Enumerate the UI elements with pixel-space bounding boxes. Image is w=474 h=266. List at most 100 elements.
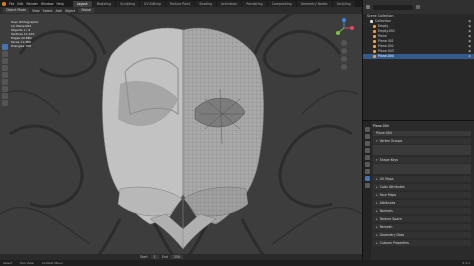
chevron-right-icon: ▸ (376, 201, 378, 205)
chevron-right-icon: ▸ (376, 225, 378, 229)
move-tool-icon[interactable] (2, 58, 8, 64)
panel-texture-space[interactable]: ▸ Texture Space (373, 216, 471, 222)
tab-sculpting[interactable]: Sculpting (116, 0, 139, 7)
add-cube-tool-icon[interactable] (2, 100, 8, 106)
mesh-object-icon (373, 50, 376, 53)
material-properties-tab-icon[interactable] (364, 183, 370, 188)
panel-uv-maps[interactable]: ▸ UV Maps (373, 176, 471, 182)
outliner-item-plane-004[interactable]: Plane.004 ◉ (363, 54, 474, 59)
panel-color-attributes[interactable]: ▸ Color Attributes (373, 184, 471, 190)
mode-dropdown[interactable]: Object Mode (3, 8, 30, 13)
tab-layout[interactable]: Layout (72, 0, 92, 7)
modifier-properties-tab-icon[interactable] (364, 169, 370, 174)
select-box-tool-icon[interactable] (2, 44, 8, 50)
select-menu[interactable]: Select (43, 9, 53, 13)
visibility-eye-icon[interactable]: ◉ (468, 54, 471, 59)
transform-tool-icon[interactable] (2, 79, 8, 85)
render-properties-tab-icon[interactable] (364, 134, 370, 139)
end-frame-field[interactable]: 250 (170, 255, 183, 259)
status-context-hint: Context Menu (41, 261, 63, 265)
workspace-tabs: Layout Modeling Sculpting UV Editing Tex… (72, 0, 355, 7)
tab-scripting[interactable]: Scripting (332, 0, 355, 7)
annotate-tool-icon[interactable] (2, 86, 8, 92)
view-menu[interactable]: View (32, 9, 40, 13)
tab-shading[interactable]: Shading (195, 0, 217, 7)
start-frame-field[interactable]: 1 (150, 255, 159, 259)
menu-edit[interactable]: Edit (17, 2, 23, 6)
axis-gizmo-icon[interactable] (334, 18, 354, 38)
status-bar: Select Pan View Context Menu 3.3.1 (0, 260, 474, 266)
chevron-right-icon: ▸ (376, 233, 378, 237)
tab-modeling[interactable]: Modeling (92, 0, 116, 7)
zoom-icon[interactable] (341, 40, 347, 46)
menu-file[interactable]: File (9, 2, 14, 6)
object-menu[interactable]: Object (65, 9, 75, 13)
scene-properties-tab-icon[interactable] (364, 148, 370, 153)
panel-label: Vertex Groups (379, 139, 403, 143)
panel-label: Remesh (379, 225, 393, 229)
navigation-gizmo (332, 18, 356, 70)
shape-keys-list[interactable] (373, 164, 471, 174)
collection-icon (370, 20, 373, 23)
tab-uv-editing[interactable]: UV Editing (139, 0, 165, 7)
tool-properties-tab-icon[interactable] (364, 127, 370, 132)
pan-hand-icon[interactable] (341, 48, 347, 54)
3d-viewport[interactable]: User Orthographic (1) Plane.004 Objects … (0, 14, 362, 260)
chevron-right-icon: ▸ (376, 209, 378, 213)
menu-render[interactable]: Render (27, 2, 38, 6)
chevron-right-icon: ▸ (376, 217, 378, 221)
measure-tool-icon[interactable] (2, 93, 8, 99)
cursor-tool-icon[interactable] (2, 51, 8, 57)
panel-attributes[interactable]: ▸ Attributes (373, 200, 471, 206)
outliner-display-mode-icon[interactable] (366, 5, 370, 9)
outliner-search-input[interactable] (373, 4, 413, 10)
outliner-panel: Scene Collection Collection ◉ Empty ◉ Em… (362, 0, 474, 120)
empty-object-icon (373, 25, 376, 28)
mesh-data-properties-tab-icon[interactable] (364, 176, 370, 181)
mesh-object-icon (373, 45, 376, 48)
object-properties-tab-icon[interactable] (364, 162, 370, 167)
properties-tab-column (363, 121, 371, 261)
panel-shape-keys[interactable]: ▾ Shape Keys (373, 157, 471, 163)
menu-window[interactable]: Window (41, 2, 54, 6)
status-select-hint: Select (3, 261, 13, 265)
perspective-toggle-icon[interactable] (341, 64, 347, 70)
tab-animation[interactable]: Animation (217, 0, 242, 7)
chevron-right-icon: ▸ (376, 177, 378, 181)
panel-label: Face Maps (379, 193, 397, 197)
vertex-groups-list[interactable] (373, 145, 471, 155)
viewport-canvas (0, 14, 362, 260)
filter-icon[interactable] (416, 5, 420, 9)
mesh-datablock-field[interactable]: Plane.004 (373, 131, 471, 136)
status-pan-hint: Pan View (20, 261, 34, 265)
mesh-object-icon (373, 55, 376, 58)
panel-label: Normals (379, 209, 393, 213)
panel-geometry-data[interactable]: ▸ Geometry Data (373, 232, 471, 238)
tab-texture-paint[interactable]: Texture Paint (165, 0, 195, 7)
scale-tool-icon[interactable] (2, 72, 8, 78)
world-properties-tab-icon[interactable] (364, 155, 370, 160)
mesh-object-icon (373, 35, 376, 38)
tab-compositing[interactable]: Compositing (267, 0, 296, 7)
panel-face-maps[interactable]: ▸ Face Maps (373, 192, 471, 198)
panel-vertex-groups[interactable]: ▾ Vertex Groups (373, 138, 471, 144)
rotate-tool-icon[interactable] (2, 65, 8, 71)
tab-geometry-nodes[interactable]: Geometry Nodes (296, 0, 332, 7)
tab-rendering[interactable]: Rendering (242, 0, 267, 7)
menu-help[interactable]: Help (56, 2, 63, 6)
panel-normals[interactable]: ▸ Normals (373, 208, 471, 214)
output-properties-tab-icon[interactable] (364, 141, 370, 146)
transform-orientation-dropdown[interactable]: Global (78, 8, 95, 13)
camera-view-icon[interactable] (341, 56, 347, 62)
viewport-stats-overlay: User Orthographic (1) Plane.004 Objects … (11, 20, 39, 48)
panel-remesh[interactable]: ▸ Remesh (373, 224, 471, 230)
panel-label: Color Attributes (379, 185, 405, 189)
panel-custom-properties[interactable]: ▸ Custom Properties (373, 240, 471, 246)
tool-shelf (2, 44, 8, 106)
panel-label: Custom Properties (379, 241, 409, 245)
panel-label: Geometry Data (379, 233, 405, 237)
chevron-right-icon: ▸ (376, 241, 378, 245)
add-menu[interactable]: Add (56, 9, 62, 13)
triangles-stat: Triangles 768 (11, 44, 32, 48)
blender-logo-icon[interactable] (2, 1, 6, 6)
